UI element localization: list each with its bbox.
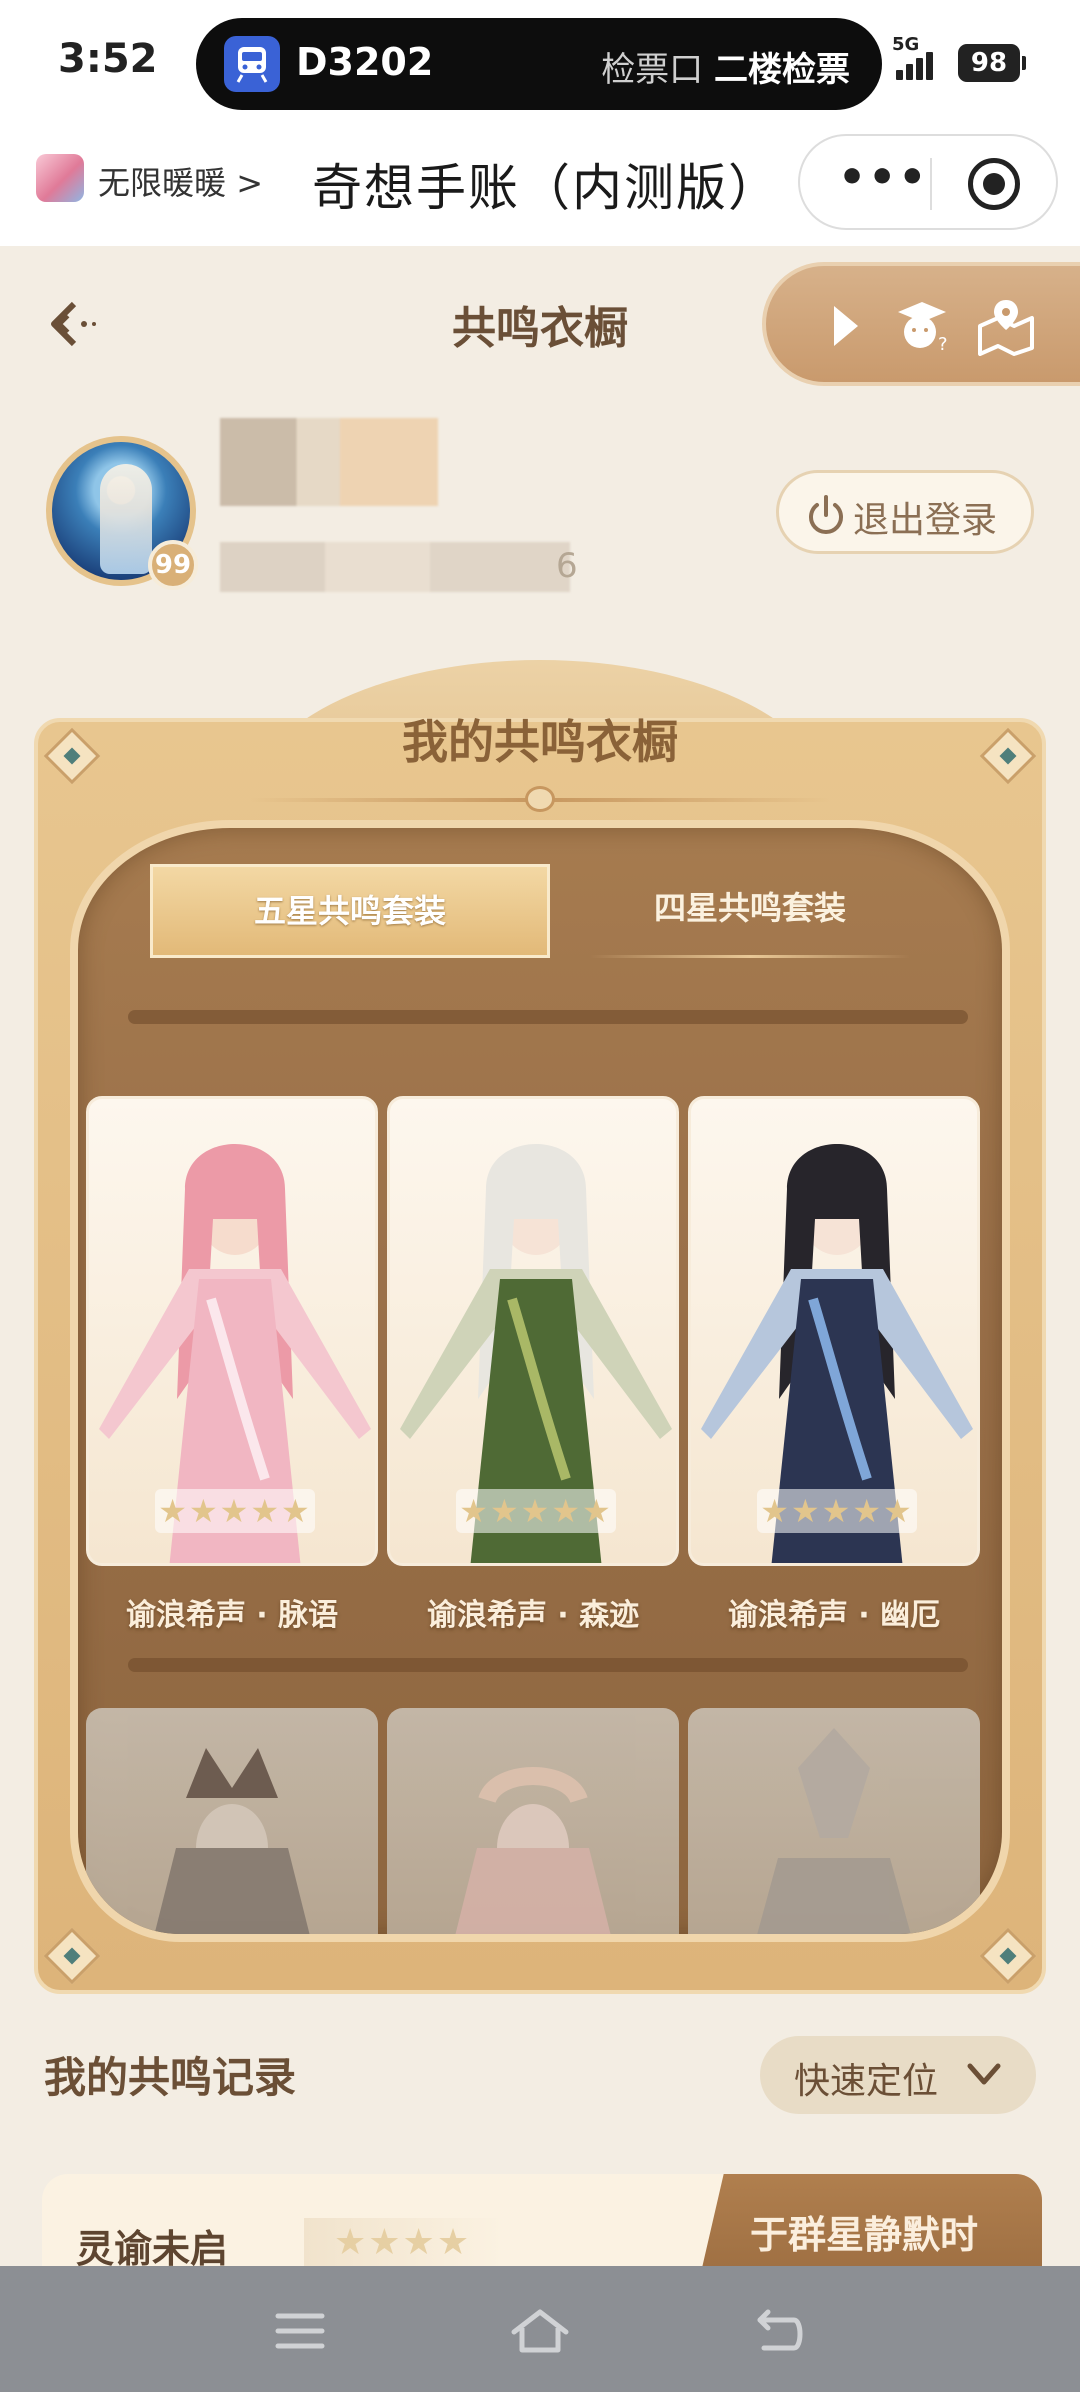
locked-outfit-card[interactable] [688, 1708, 980, 1934]
star-rating: ★★★★★ [155, 1489, 315, 1533]
nickname-redacted [220, 418, 438, 506]
divider-gem [525, 786, 555, 812]
train-number: D3202 [296, 40, 434, 84]
record-tag-label: 于群星静默时 [750, 2213, 979, 2257]
network-type: 5G [892, 34, 920, 55]
capsule-divider [930, 158, 932, 210]
logout-label: 退出登录 [853, 500, 998, 541]
uid-tail: 6 [556, 546, 578, 586]
train-live-activity[interactable]: D3202 检票口 二楼检票 [196, 18, 882, 110]
chevron-down-icon [967, 2063, 1001, 2085]
system-nav-bar [0, 2266, 1080, 2392]
svg-text:?: ? [938, 334, 948, 355]
star-rating: ★★★★★ [456, 1489, 616, 1533]
record-stars: ★★★★ [304, 2218, 504, 2268]
quick-locate-label: 快速定位 [794, 2061, 939, 2102]
outfit-card[interactable]: ★★★★★ [387, 1096, 679, 1566]
level-badge: 99 [148, 540, 198, 590]
status-bar: 3:52 D3202 检票口 二楼检票 5G 98 [0, 0, 1080, 130]
capsule-menu: ••• [798, 134, 1058, 230]
record-name: 灵谕未启 [76, 2227, 229, 2271]
clock: 3:52 [58, 36, 158, 82]
ticket-gate-info: 检票口 二楼检票 [601, 42, 850, 91]
quick-locate-button[interactable]: 快速定位 [760, 2036, 1036, 2114]
avatar-figure [100, 464, 152, 574]
mini-program-nav: 无限暖暖 > 奇想手账（内测版） ••• [0, 130, 1080, 246]
star-rating: ★★★★★ [757, 1489, 917, 1533]
wardrobe-cabinet: 五星共鸣套装 四星共鸣套装 ★★★★★ ★★★★★ ★★★★★ 谕浪希声 · 脉… [70, 820, 1010, 1942]
shelf-rail [128, 1658, 968, 1672]
train-icon [224, 36, 280, 92]
menu-icon[interactable] [270, 2306, 330, 2356]
chevron-right-icon: > [236, 164, 263, 202]
outfit-name: 谕浪希声 · 幽厄 [727, 1598, 941, 1633]
home-icon[interactable] [508, 2306, 572, 2356]
logout-button[interactable]: 退出登录 [776, 470, 1034, 554]
tab-four-star[interactable]: 四星共鸣套装 [550, 864, 950, 958]
uid-redacted [220, 542, 570, 592]
power-icon [809, 495, 843, 534]
locked-outfit-card[interactable] [387, 1708, 679, 1934]
back-icon[interactable] [750, 2306, 810, 2356]
wardrobe-title: 我的共鸣衣橱 [402, 715, 678, 769]
ticket-gate-label: 检票口 [601, 50, 704, 90]
mascot-icon[interactable]: ? [890, 296, 950, 356]
locked-outfit-card[interactable] [86, 1708, 378, 1934]
app-name: 无限暖暖 [98, 164, 227, 202]
signal-icon: 5G [892, 34, 948, 80]
mini-program-title: 奇想手账（内测版） [312, 159, 780, 217]
ticket-gate-value: 二楼检票 [714, 50, 850, 90]
outfit-name: 谕浪希声 · 森迹 [426, 1598, 640, 1633]
play-icon[interactable] [816, 296, 876, 356]
target-icon[interactable] [968, 158, 1020, 210]
battery-icon: 98 [958, 44, 1026, 82]
tab-five-star[interactable]: 五星共鸣套装 [150, 864, 550, 958]
shelf-rail [128, 1010, 968, 1024]
map-icon[interactable] [974, 296, 1034, 356]
more-dots-icon[interactable]: ••• [838, 152, 928, 203]
outfit-card[interactable]: ★★★★★ [86, 1096, 378, 1566]
app-name-link[interactable]: 无限暖暖 > [98, 158, 263, 204]
records-title: 我的共鸣记录 [44, 2053, 297, 2102]
toolbar-pill: ? [762, 262, 1080, 386]
outfit-name: 谕浪希声 · 脉语 [125, 1598, 339, 1633]
app-logo[interactable] [36, 154, 84, 202]
outfit-card[interactable]: ★★★★★ [688, 1096, 980, 1566]
